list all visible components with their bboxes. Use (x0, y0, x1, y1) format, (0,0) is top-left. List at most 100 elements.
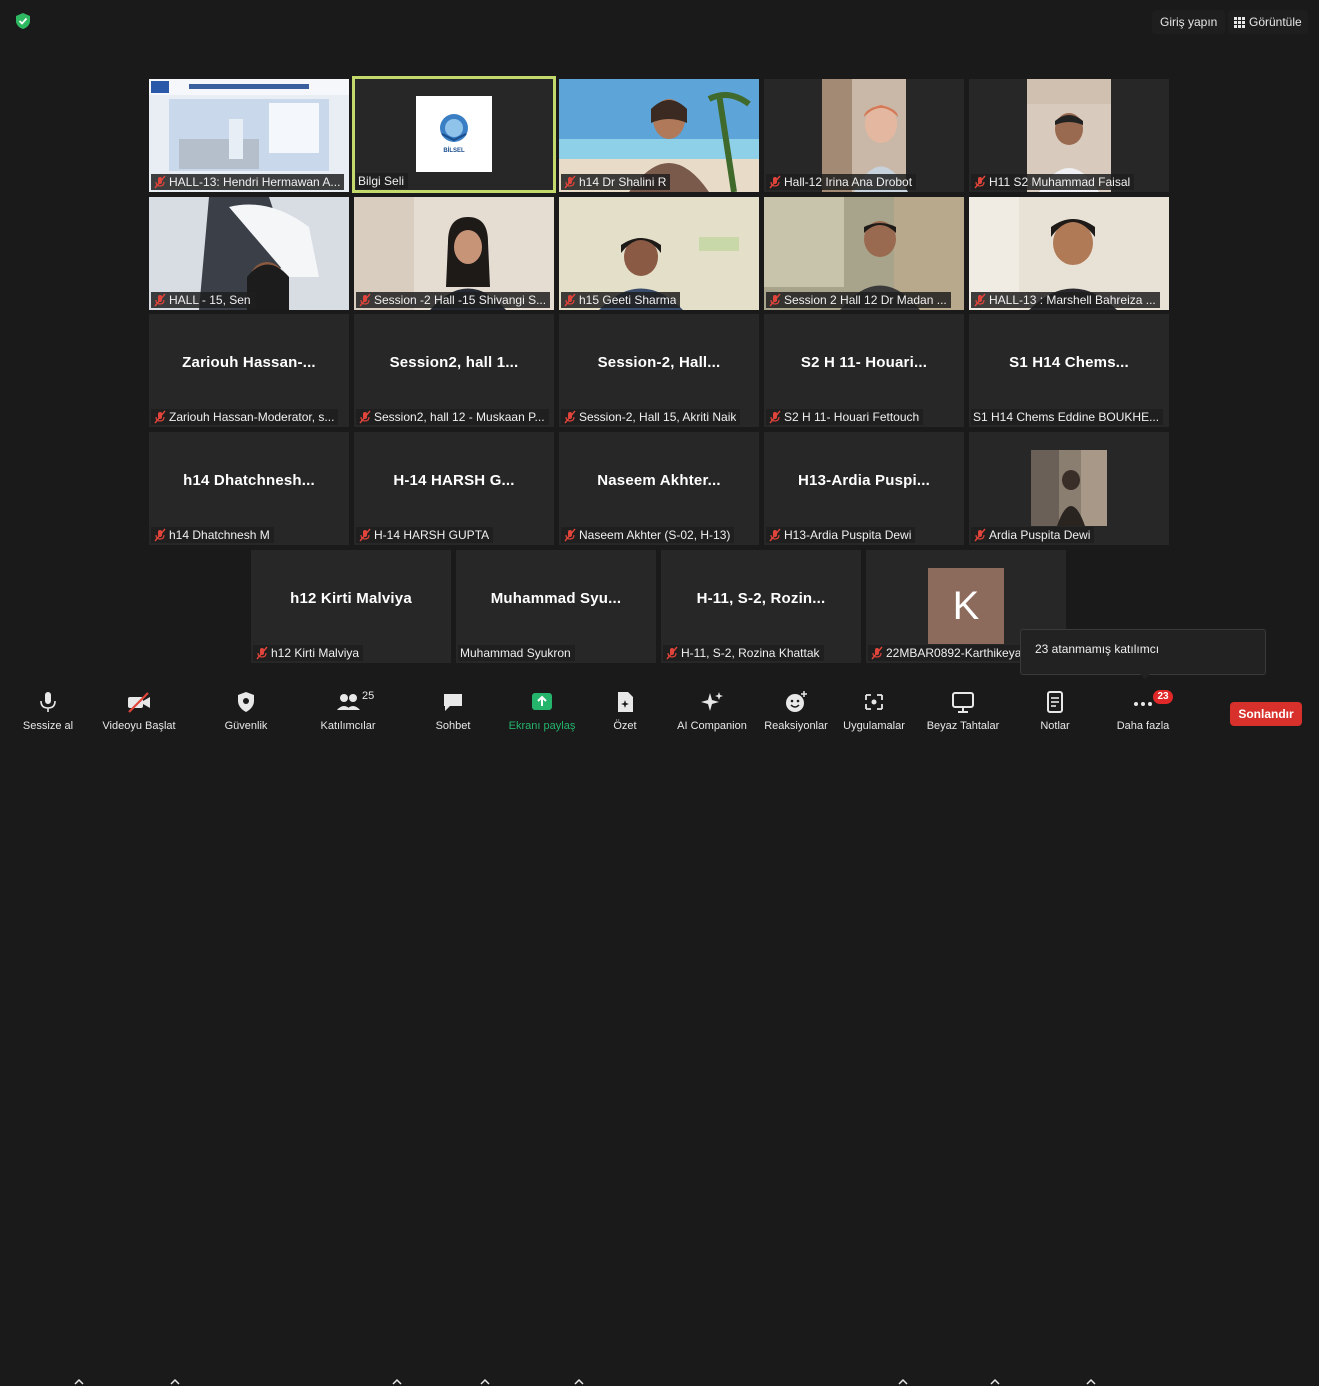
summary-button[interactable]: Özet (602, 682, 648, 740)
mic-off-icon (564, 410, 576, 424)
mic-off-icon (154, 410, 166, 424)
participant-name-label: Zariouh Hassan-Moderator, s... (151, 409, 339, 425)
chevron-up-icon[interactable] (1086, 1378, 1096, 1386)
tooltip-text: 23 atanmamış katılımcı (1035, 642, 1160, 656)
view-button[interactable]: Görüntüle (1228, 10, 1308, 34)
mic-off-icon (154, 528, 166, 542)
video-off-icon (128, 692, 150, 713)
participant-tile[interactable]: S1 H14 Chems... S1 H14 Chems Eddine BOUK… (969, 314, 1169, 427)
participant-tile[interactable]: H-14 HARSH G... H-14 HARSH GUPTA (354, 432, 554, 545)
participant-tile[interactable]: Session2, hall 1... Session2, hall 12 - … (354, 314, 554, 427)
participant-name-label: Muhammad Syukron (458, 645, 575, 661)
chevron-up-icon[interactable] (480, 1378, 490, 1386)
mic-off-icon (666, 646, 678, 660)
notes-button[interactable]: Notlar (1030, 682, 1080, 740)
bilsel-logo: BİLSEL (416, 96, 492, 172)
top-bar: Giriş yapın Görüntüle (0, 0, 1319, 46)
apps-icon (865, 694, 883, 710)
mic-off-icon (769, 175, 781, 189)
mic-off-icon (769, 293, 781, 307)
participant-name-label: Session-2, Hall 15, Akriti Naik (561, 409, 741, 425)
ai-companion-button[interactable]: AI Companion (672, 682, 752, 740)
participant-tile[interactable]: HALL-13: Hendri Hermawan A... (149, 79, 349, 192)
shield-icon[interactable] (14, 12, 32, 30)
participant-tile[interactable]: Session -2 Hall -15 Shivangi S... (354, 197, 554, 310)
participant-name-center: h12 Kirti Malviya (290, 590, 412, 607)
participant-name-label: H-11, S-2, Rozina Khattak (663, 645, 824, 661)
participant-tile[interactable]: Ardia Puspita Dewi (969, 432, 1169, 545)
chevron-up-icon[interactable] (170, 1378, 180, 1386)
mic-off-icon (871, 646, 883, 660)
participant-name-center: Muhammad Syu... (490, 590, 622, 607)
participant-tile[interactable]: S2 H 11- Houari... S2 H 11- Houari Fetto… (764, 314, 964, 427)
participant-tile-active-speaker[interactable]: BİLSEL Bilgi Seli (352, 76, 556, 193)
chevron-up-icon[interactable] (392, 1378, 402, 1386)
participant-name-center: h14 Dhatchnesh... (183, 472, 315, 489)
participant-name-label: Session2, hall 12 - Muskaan P... (356, 409, 549, 425)
chevron-up-icon[interactable] (898, 1378, 908, 1386)
microphone-icon (40, 692, 56, 712)
participant-tile[interactable]: h12 Kirti Malviya h12 Kirti Malviya (251, 550, 451, 663)
participant-name-label: Bilgi Seli (356, 173, 409, 189)
reactions-button[interactable]: Reaksiyonlar (760, 682, 832, 740)
participant-tile[interactable]: HALL - 15, Sen (149, 197, 349, 310)
participant-tile[interactable]: h14 Dhatchnesh... h14 Dhatchnesh M (149, 432, 349, 545)
mic-off-icon (974, 175, 986, 189)
participant-tile[interactable]: Muhammad Syu... Muhammad Syukron (456, 550, 656, 663)
participant-name-label: HALL-13 : Marshell Bahreiza ... (971, 292, 1160, 308)
participant-tile[interactable]: Zariouh Hassan-... Zariouh Hassan-Modera… (149, 314, 349, 427)
participant-name-label: S2 H 11- Houari Fettouch (766, 409, 924, 425)
more-notification-badge: 23 (1153, 690, 1173, 704)
mute-button[interactable]: Sessize al (18, 682, 78, 740)
participant-name-center: S1 H14 Chems... (1009, 354, 1129, 371)
participant-name-center: Zariouh Hassan-... (182, 354, 316, 371)
participant-tile[interactable]: Naseem Akhter... Naseem Akhter (S-02, H-… (559, 432, 759, 545)
participants-icon (337, 694, 360, 710)
chevron-up-icon[interactable] (990, 1378, 1000, 1386)
shield-icon (238, 692, 254, 712)
participant-tile[interactable]: HALL-13 : Marshell Bahreiza ... (969, 197, 1169, 310)
participant-name-label: H11 S2 Muhammad Faisal (971, 174, 1135, 190)
participant-name-label: Session 2 Hall 12 Dr Madan ... (766, 292, 951, 308)
participant-name-center: Naseem Akhter... (597, 472, 721, 489)
participant-tile[interactable]: h14 Dr Shalini R (559, 79, 759, 192)
sign-in-button[interactable]: Giriş yapın (1152, 10, 1226, 34)
apps-button[interactable]: Uygulamalar (838, 682, 910, 740)
whiteboard-icon (952, 692, 974, 713)
chevron-up-icon[interactable] (74, 1378, 84, 1386)
mic-off-icon (564, 528, 576, 542)
participant-tile[interactable]: H-11, S-2, Rozin... H-11, S-2, Rozina Kh… (661, 550, 861, 663)
chevron-up-icon[interactable] (574, 1378, 584, 1386)
participant-name-label: h15 Geeti Sharma (561, 292, 681, 308)
participant-name-label: H-14 HARSH GUPTA (356, 527, 494, 543)
participant-name-label: h14 Dr Shalini R (561, 174, 671, 190)
share-screen-button[interactable]: Ekranı paylaş (504, 682, 580, 740)
participant-tile[interactable]: Session-2, Hall... Session-2, Hall 15, A… (559, 314, 759, 427)
participant-tile[interactable]: H11 S2 Muhammad Faisal (969, 79, 1169, 192)
mic-off-icon (974, 528, 986, 542)
chat-button[interactable]: Sohbet (426, 682, 480, 740)
participant-name-label: Ardia Puspita Dewi (971, 527, 1095, 543)
whiteboards-button[interactable]: Beyaz Tahtalar (920, 682, 1006, 740)
participant-name-label: S1 H14 Chems Eddine BOUKHE... (971, 409, 1164, 425)
end-meeting-button[interactable]: Sonlandır (1230, 702, 1302, 726)
mic-off-icon (359, 528, 371, 542)
start-video-button[interactable]: Videoyu Başlat (98, 682, 180, 740)
mic-off-icon (769, 410, 781, 424)
participant-tile[interactable]: Hall-12 Irina Ana Drobot (764, 79, 964, 192)
mic-off-icon (359, 410, 371, 424)
participant-name-center: H-11, S-2, Rozin... (696, 590, 826, 607)
participant-tile[interactable]: H13-Ardia Puspi... H13-Ardia Puspita Dew… (764, 432, 964, 545)
avatar: K (928, 568, 1004, 644)
participant-name-label: 22MBAR0892-Karthikeya (868, 645, 1026, 661)
profile-picture (1031, 450, 1107, 526)
summary-icon (618, 692, 633, 712)
participant-name-label: Naseem Akhter (S-02, H-13) (561, 527, 735, 543)
meeting-toolbar: Sessize al Videoyu Başlat Güvenlik 25 Ka… (0, 682, 1319, 1385)
participant-tile[interactable]: h15 Geeti Sharma (559, 197, 759, 310)
participant-name-center: S2 H 11- Houari... (800, 354, 928, 371)
participant-tile[interactable]: Session 2 Hall 12 Dr Madan ... (764, 197, 964, 310)
security-button[interactable]: Güvenlik (214, 682, 278, 740)
participant-name-label: h14 Dhatchnesh M (151, 527, 274, 543)
participants-button[interactable]: 25 Katılımcılar (310, 682, 386, 740)
